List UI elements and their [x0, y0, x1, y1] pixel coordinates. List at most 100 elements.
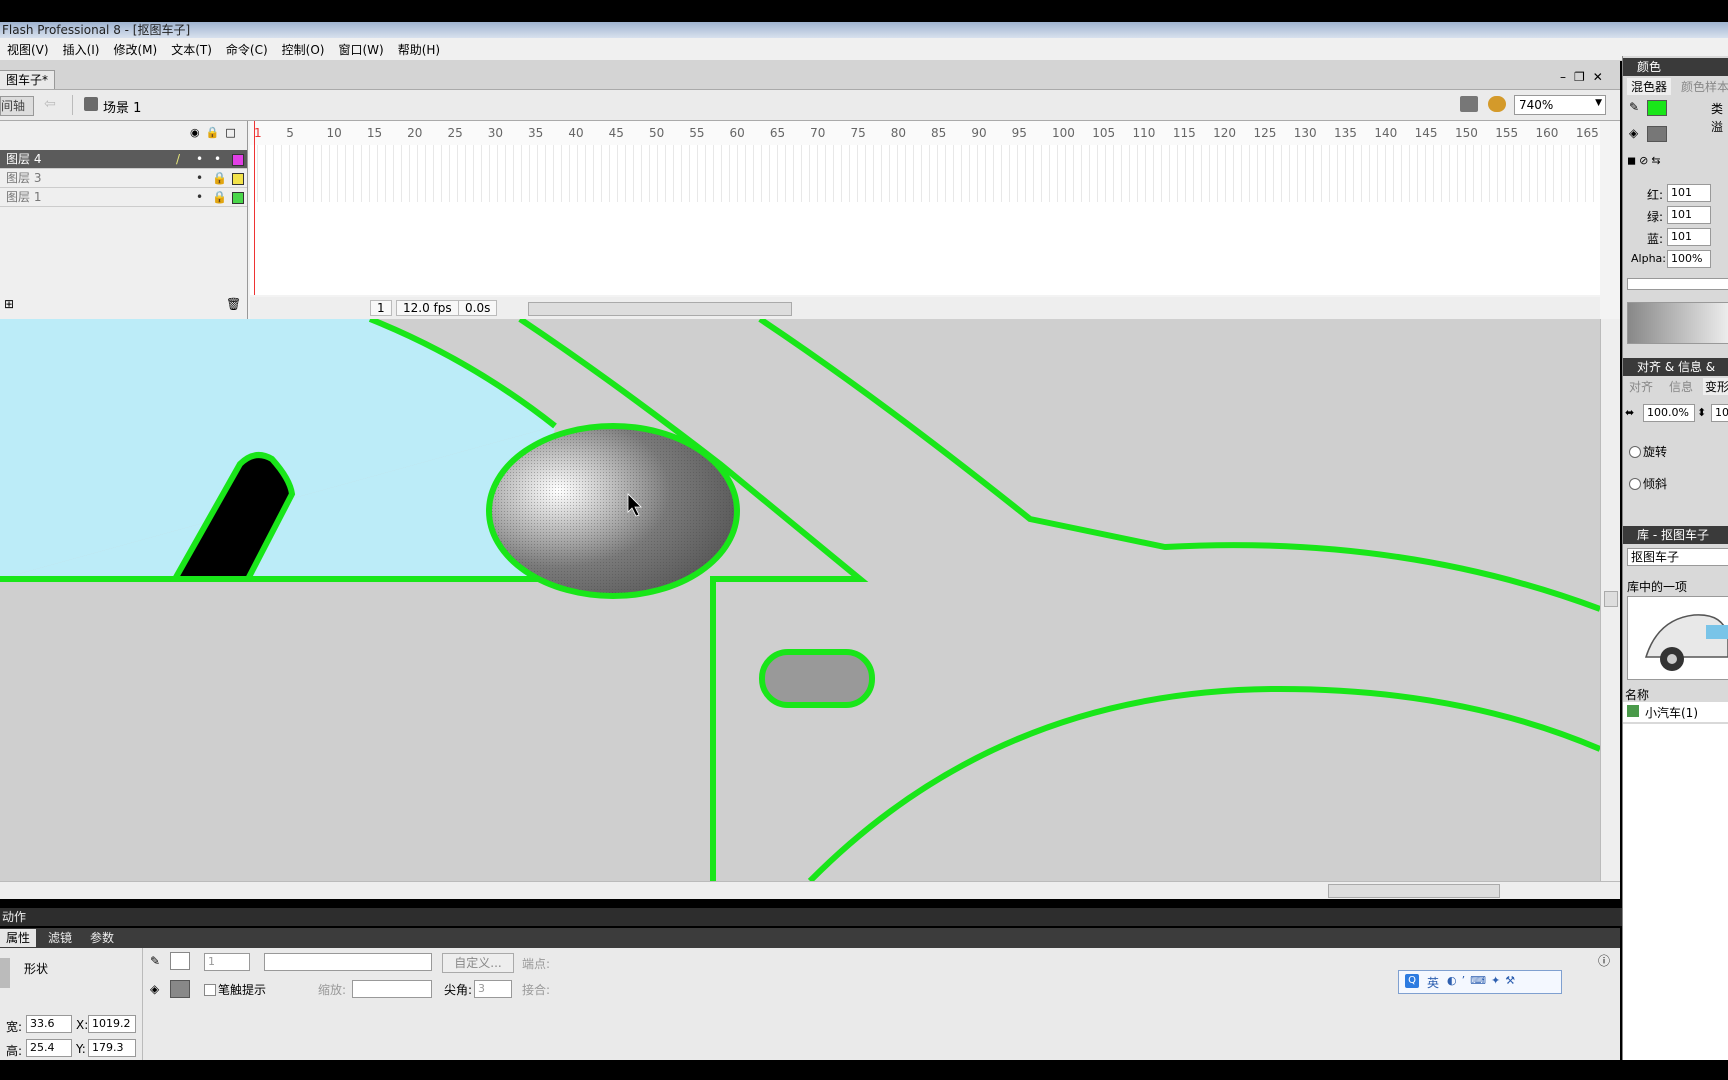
stroke-color-swatch[interactable] [1647, 100, 1667, 116]
green-input[interactable]: 101 [1667, 206, 1711, 224]
ime-language[interactable]: 英 [1427, 974, 1439, 991]
menu-help[interactable]: 帮助(H) [391, 41, 447, 58]
hscroll-thumb[interactable] [1328, 884, 1500, 898]
stage-canvas[interactable] [0, 319, 1602, 884]
library-select[interactable]: 抠图车子 [1627, 548, 1728, 566]
visible-dot[interactable]: • [196, 169, 203, 188]
document-tab[interactable]: 图车子* [0, 70, 56, 90]
pencil-icon[interactable]: ✎ [1629, 100, 1639, 114]
tab-color-swatches[interactable]: 颜色样本 [1681, 78, 1728, 95]
menu-insert[interactable]: 插入(I) [56, 41, 107, 58]
add-layer-icon[interactable]: ⊞ [4, 297, 14, 311]
stroke-hint-checkbox[interactable] [204, 984, 216, 996]
outline-icon[interactable]: □ [225, 126, 241, 139]
window-title: Flash Professional 8 - [抠图车子] [0, 22, 1728, 38]
ruler-tick-label: 80 [890, 126, 907, 140]
tab-align[interactable]: 对齐 [1629, 378, 1653, 395]
eye-icon[interactable]: ◉ [190, 126, 206, 139]
timeline-toggle-button[interactable]: 间轴 [0, 96, 34, 116]
back-arrow-icon[interactable]: ⇦ [44, 96, 56, 112]
rotate-radio[interactable] [1629, 446, 1641, 458]
fill-color-swatch[interactable] [170, 980, 190, 998]
color-panel-header[interactable]: 颜色 [1623, 58, 1728, 76]
paint-bucket-icon[interactable]: ◈ [150, 982, 159, 996]
scale-height-input[interactable]: 10 [1711, 404, 1728, 422]
red-input[interactable]: 101 [1667, 184, 1711, 202]
width-label: 宽: [6, 1020, 23, 1034]
stroke-style-select[interactable] [264, 953, 432, 971]
stage[interactable] [0, 319, 1620, 899]
restore-icon[interactable]: ❐ [1574, 70, 1593, 84]
timeline-hscroll-thumb[interactable] [528, 302, 792, 316]
gradient-bar[interactable] [1627, 278, 1728, 290]
stroke-height-input[interactable]: 1 [204, 953, 250, 971]
frame-cells[interactable] [250, 145, 1600, 202]
menu-text[interactable]: 文本(T) [164, 41, 219, 58]
frame-ruler[interactable]: 1 5 10 15 20 25 30 35 40 45 50 55 60 65 70 75 80 85 90 95 10… [250, 121, 1600, 146]
library-list-area[interactable] [1623, 724, 1728, 1060]
x-input[interactable]: 1019.2 [88, 1015, 136, 1033]
layer-row-4[interactable]: 图层 4 / • • [0, 150, 247, 169]
pencil-icon[interactable]: ✎ [150, 954, 160, 968]
tab-parameters[interactable]: 参数 [90, 929, 114, 947]
align-panel-header[interactable]: 对齐 & 信息 & [1623, 358, 1728, 376]
layer-row-1[interactable]: 图层 1 • 🔒 [0, 188, 247, 207]
custom-stroke-button[interactable]: 自定义... [442, 953, 514, 973]
tab-transform[interactable]: 变形 [1703, 378, 1728, 395]
layer-color-swatch[interactable] [232, 173, 244, 185]
layer-color-swatch[interactable] [232, 154, 244, 166]
library-panel-header[interactable]: 库 - 抠图车子 [1623, 526, 1728, 544]
paint-bucket-icon[interactable]: ◈ [1629, 126, 1638, 140]
tab-filters[interactable]: 滤镜 [48, 929, 72, 947]
lock-icon[interactable]: 🔒 [212, 188, 227, 207]
lock-icon[interactable]: 🔒 [206, 126, 226, 139]
height-input[interactable]: 25.4 [26, 1039, 72, 1057]
menu-control[interactable]: 控制(O) [275, 41, 332, 58]
tab-color-mixer[interactable]: 混色器 [1627, 78, 1672, 95]
edit-scene-icon[interactable] [1460, 96, 1478, 112]
minimize-icon[interactable]: – [1560, 70, 1574, 84]
menu-modify[interactable]: 修改(M) [106, 41, 164, 58]
stage-vscroll[interactable] [1600, 319, 1620, 881]
x-label: X: [76, 1018, 89, 1032]
stage-hscroll[interactable] [0, 881, 1620, 899]
width-input[interactable]: 33.6 [26, 1015, 72, 1033]
ruler-tick-label: 135 [1334, 126, 1357, 140]
frames-area[interactable]: 1 5 10 15 20 25 30 35 40 45 50 55 60 65 70 75 80 85 90 95 10… [250, 121, 1600, 319]
layer-color-swatch[interactable] [232, 192, 244, 204]
layer-name: 图层 3 [6, 171, 42, 185]
actions-panel-header[interactable]: 动作 [0, 908, 1622, 926]
scale-width-input[interactable]: 100.0% [1643, 404, 1695, 422]
menu-view[interactable]: 视图(V) [0, 41, 56, 58]
tab-properties[interactable]: 属性 [0, 929, 37, 947]
tab-info[interactable]: 信息 [1669, 378, 1693, 395]
vscroll-thumb[interactable] [1604, 591, 1618, 607]
menu-window[interactable]: 窗口(W) [331, 41, 390, 58]
y-input[interactable]: 179.3 [88, 1039, 136, 1057]
divider [142, 948, 143, 1060]
swap-colors-icon[interactable]: ◼⊘⇆ [1627, 154, 1664, 167]
ime-tool-icons[interactable]: ◐’⌨✦⚒ [1447, 974, 1520, 987]
ime-toolbar[interactable]: Q 英 ◐’⌨✦⚒ [1398, 970, 1562, 994]
close-icon[interactable]: ✕ [1593, 70, 1611, 84]
edit-symbol-icon[interactable] [1488, 96, 1506, 112]
help-icon[interactable]: ⓘ [1598, 952, 1610, 969]
scene-name[interactable]: 场景 1 [103, 97, 141, 116]
menu-commands[interactable]: 命令(C) [219, 41, 275, 58]
library-item[interactable]: 小汽车(1) [1623, 702, 1728, 722]
scale-select[interactable] [352, 980, 432, 998]
layer-row-3[interactable]: 图层 3 • 🔒 [0, 169, 247, 188]
alpha-input[interactable]: 100% [1667, 250, 1711, 268]
visible-dot[interactable]: • [196, 150, 203, 169]
playhead[interactable] [254, 121, 262, 295]
zoom-select[interactable]: 740% ▼ [1514, 95, 1606, 115]
lock-icon[interactable]: 🔒 [212, 169, 227, 188]
fill-color-swatch[interactable] [1647, 126, 1667, 142]
skew-radio[interactable] [1629, 478, 1641, 490]
visible-dot[interactable]: • [196, 188, 203, 207]
blue-input[interactable]: 101 [1667, 228, 1711, 246]
miter-input[interactable]: 3 [474, 980, 512, 998]
stroke-color-swatch[interactable] [170, 952, 190, 970]
lock-dot[interactable]: • [214, 150, 221, 169]
trash-icon[interactable]: 🗑 [226, 297, 241, 311]
